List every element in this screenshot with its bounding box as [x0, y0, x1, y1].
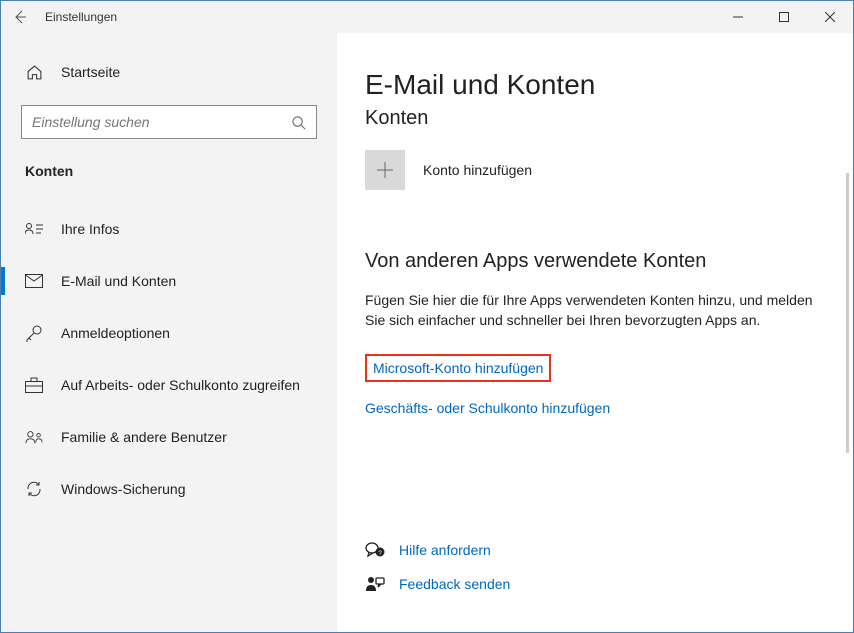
- sidebar-section-label: Konten: [1, 157, 337, 185]
- feedback-link[interactable]: Feedback senden: [365, 574, 510, 594]
- feedback-label: Feedback senden: [399, 576, 510, 592]
- sidebar-item-work-school[interactable]: Auf Arbeits- oder Schulkonto zugreifen: [1, 363, 337, 407]
- settings-window: Einstellungen Startseite: [0, 0, 854, 633]
- person-card-icon: [25, 220, 43, 238]
- sidebar-item-label: Anmeldeoptionen: [61, 325, 170, 341]
- mail-icon: [25, 272, 43, 290]
- titlebar: Einstellungen: [1, 1, 853, 33]
- scrollbar[interactable]: [846, 173, 849, 453]
- key-icon: [25, 324, 43, 342]
- add-account-label: Konto hinzufügen: [423, 162, 532, 178]
- feedback-icon: [365, 574, 385, 594]
- sidebar-item-label: Ihre Infos: [61, 221, 119, 237]
- help-icon: ?: [365, 540, 385, 560]
- home-icon: [25, 63, 43, 81]
- briefcase-icon: [25, 376, 43, 394]
- minimize-button[interactable]: [715, 1, 761, 33]
- other-apps-heading: Von anderen Apps verwendete Konten: [365, 250, 829, 273]
- people-icon: [25, 428, 43, 446]
- sidebar-item-email-accounts[interactable]: E-Mail und Konten: [1, 259, 337, 303]
- sidebar-item-label: Familie & andere Benutzer: [61, 429, 227, 445]
- other-apps-description: Fügen Sie hier die für Ihre Apps verwend…: [365, 291, 829, 330]
- sidebar-item-your-info[interactable]: Ihre Infos: [1, 207, 337, 251]
- back-button[interactable]: [11, 8, 29, 26]
- plus-icon: [365, 150, 405, 190]
- sub-heading: Konten: [365, 107, 829, 130]
- main-content: E-Mail und Konten Konten Konto hinzufüge…: [337, 33, 853, 632]
- sidebar: Startseite Konten Ihre Infos E-Mail: [1, 33, 337, 632]
- maximize-button[interactable]: [761, 1, 807, 33]
- sidebar-item-family[interactable]: Familie & andere Benutzer: [1, 415, 337, 459]
- sidebar-item-signin-options[interactable]: Anmeldeoptionen: [1, 311, 337, 355]
- sidebar-item-label: Windows-Sicherung: [61, 481, 186, 497]
- sidebar-item-label: Auf Arbeits- oder Schulkonto zugreifen: [61, 377, 300, 393]
- search-box[interactable]: [21, 105, 317, 139]
- home-link[interactable]: Startseite: [1, 57, 337, 87]
- home-label: Startseite: [61, 64, 120, 80]
- page-title: E-Mail und Konten: [365, 69, 829, 101]
- window-title: Einstellungen: [45, 10, 117, 24]
- sync-icon: [25, 480, 43, 498]
- search-input[interactable]: [32, 114, 291, 130]
- add-account-button[interactable]: Konto hinzufügen: [365, 150, 829, 190]
- search-icon: [291, 115, 306, 130]
- help-label: Hilfe anfordern: [399, 542, 491, 558]
- sidebar-item-backup[interactable]: Windows-Sicherung: [1, 467, 337, 511]
- close-button[interactable]: [807, 1, 853, 33]
- sidebar-item-label: E-Mail und Konten: [61, 273, 176, 289]
- add-microsoft-account-link[interactable]: Microsoft-Konto hinzufügen: [365, 354, 551, 382]
- add-work-school-account-link[interactable]: Geschäfts- oder Schulkonto hinzufügen: [365, 400, 610, 416]
- get-help-link[interactable]: ? Hilfe anfordern: [365, 540, 510, 560]
